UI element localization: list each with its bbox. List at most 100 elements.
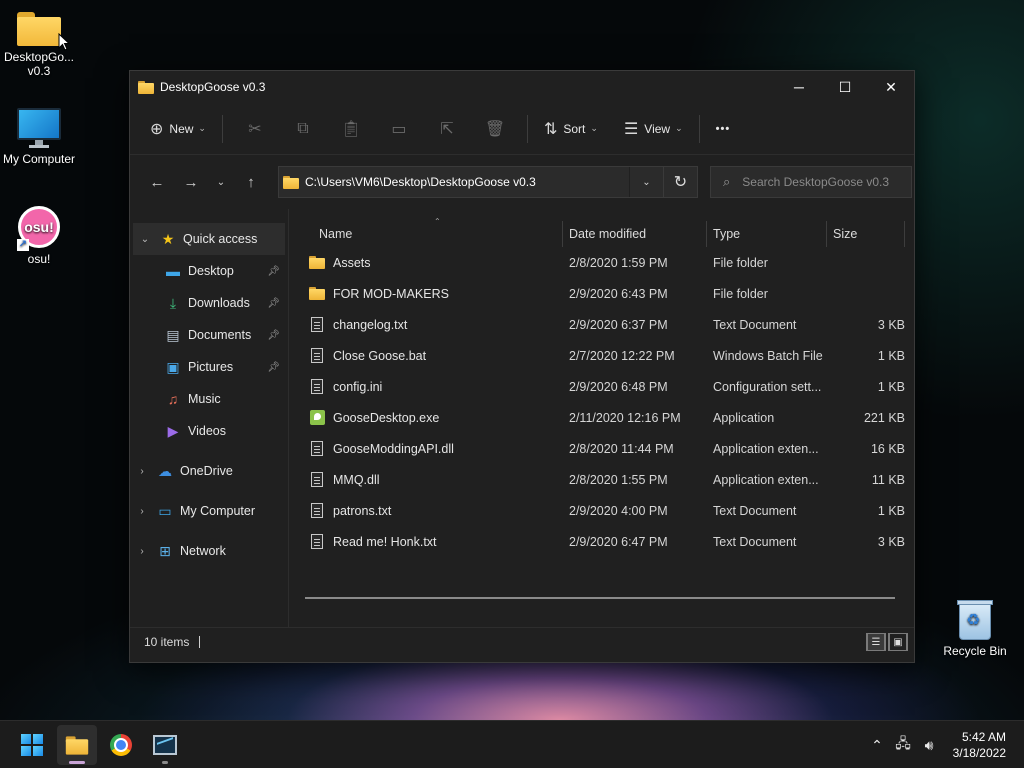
share-button[interactable]: ⇱ xyxy=(423,113,471,145)
search-input[interactable] xyxy=(742,175,893,189)
file-row-config-ini[interactable]: config.ini 2/9/2020 6:48 PM Configuratio… xyxy=(289,371,914,402)
more-options-button[interactable]: ••• xyxy=(708,113,739,145)
address-dropdown-button[interactable]: ⌄ xyxy=(629,167,663,197)
refresh-icon: ↻ xyxy=(673,174,688,191)
copy-button[interactable]: ⧉ xyxy=(279,113,327,145)
folder-icon xyxy=(309,287,325,300)
file-name: Read me! Honk.txt xyxy=(333,534,437,549)
sidebar-item-label: Desktop xyxy=(188,264,234,278)
large-icons-view-button[interactable]: ▣ xyxy=(888,633,908,651)
close-button[interactable]: ✕ xyxy=(868,71,914,103)
status-bar: 10 items ☰ ▣ xyxy=(130,627,914,655)
refresh-button[interactable]: ↻ xyxy=(664,166,698,198)
forward-button[interactable]: → xyxy=(174,167,208,197)
pin-icon: 📌︎ xyxy=(267,265,280,277)
file-row-close-goose-bat[interactable]: Close Goose.bat 2/7/2020 12:22 PM Window… xyxy=(289,340,914,371)
file-date: 2/7/2020 12:22 PM xyxy=(569,348,675,363)
file-date: 2/8/2020 1:55 PM xyxy=(569,472,668,487)
new-button[interactable]: ⊕ New ⌄ xyxy=(142,113,214,145)
search-icon: ⌕ xyxy=(723,174,731,189)
paste-button[interactable]: 📋︎ xyxy=(327,113,375,145)
star-icon: ★ xyxy=(161,230,175,247)
file-name: FOR MOD-MAKERS xyxy=(333,286,449,301)
plus-circle-icon: ⊕ xyxy=(150,120,164,138)
desktop-icon-osu[interactable]: osu! ↗ osu! xyxy=(0,206,78,266)
column-header-size[interactable]: Size xyxy=(827,221,905,247)
sidebar-item-quick-access[interactable]: ⌄ ★ Quick access xyxy=(133,223,285,255)
desktop-icon-my-computer[interactable]: My Computer xyxy=(0,108,78,166)
file-type: Application xyxy=(713,410,775,425)
minimize-button[interactable]: ─ xyxy=(776,71,822,103)
mouse-cursor-icon xyxy=(58,33,70,51)
sidebar-item-network[interactable]: › ⊞ Network xyxy=(130,535,288,567)
volume-button[interactable]: 🔊︎ xyxy=(916,737,942,754)
file-row-mmq-dll[interactable]: MMQ.dll 2/8/2020 1:55 PM Application ext… xyxy=(289,464,914,495)
sidebar-item-documents[interactable]: ▤ Documents 📌︎ xyxy=(130,319,288,351)
monitor-icon xyxy=(17,108,61,148)
chevron-down-icon: ⌄ xyxy=(642,176,651,188)
file-row-goosemoddingapi-dll[interactable]: GooseModdingAPI.dll 2/8/2020 11:44 PM Ap… xyxy=(289,433,914,464)
status-divider xyxy=(199,635,201,648)
file-name: GooseDesktop.exe xyxy=(333,410,440,425)
taskbar-chrome[interactable] xyxy=(101,725,141,765)
chevron-right-icon[interactable]: › xyxy=(130,546,154,557)
chevron-right-icon[interactable]: › xyxy=(130,506,154,517)
network-status-button[interactable]: 🖧︎ xyxy=(890,733,916,757)
command-bar: ⊕ New ⌄ ✂ ⧉ 📋︎ ▭ ⇱ 🗑︎ ⇅ Sort ⌄ ☰ View ⌄ … xyxy=(130,103,914,155)
search-box[interactable]: ⌕ xyxy=(710,166,912,198)
start-button[interactable] xyxy=(12,725,52,765)
taskbar-file-explorer[interactable] xyxy=(57,725,97,765)
sidebar-item-my-computer[interactable]: › ▭ My Computer xyxy=(130,495,288,527)
title-bar[interactable]: DesktopGoose v0.3 ─ ☐ ✕ xyxy=(130,71,914,103)
recent-locations-button[interactable]: ⌄ xyxy=(208,167,234,197)
toolbar-divider xyxy=(221,114,223,143)
sidebar-item-videos[interactable]: ▶ Videos xyxy=(130,415,288,447)
file-row-changelog[interactable]: changelog.txt 2/9/2020 6:37 PM Text Docu… xyxy=(289,309,914,340)
sidebar-item-desktop[interactable]: ▬ Desktop 📌︎ xyxy=(130,255,288,287)
back-button[interactable]: ← xyxy=(140,167,174,197)
file-type: Text Document xyxy=(713,317,797,332)
file-size: 16 KB xyxy=(870,441,905,456)
shortcut-arrow-icon: ↗ xyxy=(17,239,29,251)
file-size: 221 KB xyxy=(863,410,905,425)
file-row-assets[interactable]: Assets 2/8/2020 1:59 PM File folder xyxy=(289,247,914,278)
column-headers: ⌃ Name Date modified Type Size xyxy=(289,209,914,247)
cut-button[interactable]: ✂ xyxy=(231,113,279,145)
navigation-pane: ⌄ ★ Quick access ▬ Desktop 📌︎ ⤓ Download… xyxy=(130,209,289,627)
sidebar-item-downloads[interactable]: ⤓ Downloads 📌︎ xyxy=(130,287,288,319)
address-bar[interactable]: C:\Users\VM6\Desktop\DesktopGoose v0.3 ⌄ xyxy=(278,166,664,198)
file-type: Windows Batch File xyxy=(713,348,823,363)
chevron-down-icon[interactable]: ⌄ xyxy=(133,234,157,245)
desktop-icon-recycle-bin[interactable]: ♻ Recycle Bin xyxy=(936,598,1014,658)
view-label: View xyxy=(644,121,671,136)
file-row-goosedesktop-exe[interactable]: GooseDesktop.exe 2/11/2020 12:16 PM Appl… xyxy=(289,402,914,433)
file-size: 1 KB xyxy=(877,503,905,518)
rename-button[interactable]: ▭ xyxy=(375,113,423,145)
details-view-icon: ☰ xyxy=(867,633,885,651)
sidebar-item-label: Music xyxy=(188,392,221,406)
delete-button[interactable]: 🗑︎ xyxy=(471,113,519,145)
horizontal-scrollbar[interactable] xyxy=(305,597,895,599)
column-header-type[interactable]: Type xyxy=(707,221,827,247)
up-button[interactable]: ↑ xyxy=(234,167,268,197)
file-row-for-mod-makers[interactable]: FOR MOD-MAKERS 2/9/2020 6:43 PM File fol… xyxy=(289,278,914,309)
details-view-button[interactable]: ☰ xyxy=(866,633,886,651)
sidebar-item-music[interactable]: ♫ Music xyxy=(130,383,288,415)
column-header-name[interactable]: Name xyxy=(289,221,563,247)
show-hidden-icons-button[interactable]: ⌃ xyxy=(864,737,890,754)
file-row-patrons-txt[interactable]: patrons.txt 2/9/2020 4:00 PM Text Docume… xyxy=(289,495,914,526)
chevron-right-icon[interactable]: › xyxy=(130,466,154,477)
taskbar-performance-monitor[interactable] xyxy=(145,725,185,765)
desktop-icon-label: Recycle Bin xyxy=(943,644,1007,658)
download-icon: ⤓ xyxy=(169,294,177,311)
view-button[interactable]: ☰ View ⌄ xyxy=(616,113,691,145)
sidebar-item-onedrive[interactable]: › ☁ OneDrive xyxy=(130,455,288,487)
sidebar-item-pictures[interactable]: ▣ Pictures 📌︎ xyxy=(130,351,288,383)
clock[interactable]: 5:42 AM 3/18/2022 xyxy=(942,729,1024,761)
sort-button[interactable]: ⇅ Sort ⌄ xyxy=(536,113,606,145)
maximize-button[interactable]: ☐ xyxy=(822,71,868,103)
address-path[interactable]: C:\Users\VM6\Desktop\DesktopGoose v0.3 xyxy=(305,175,629,189)
column-header-date[interactable]: Date modified xyxy=(563,221,707,247)
batch-file-icon xyxy=(311,348,323,363)
file-row-read-me-honk-txt[interactable]: Read me! Honk.txt 2/9/2020 6:47 PM Text … xyxy=(289,526,914,557)
